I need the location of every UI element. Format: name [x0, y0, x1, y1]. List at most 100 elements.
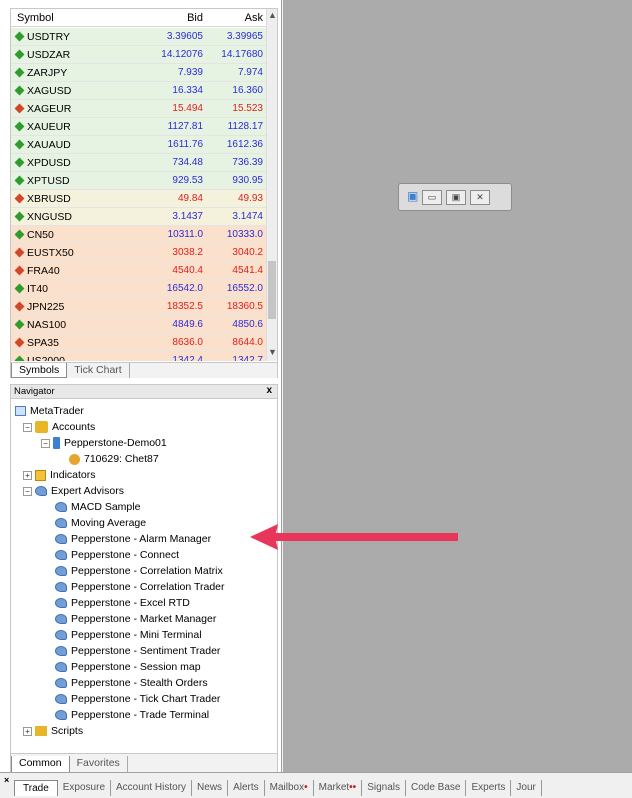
symbol-row[interactable]: FRA40 4540.4 4541.4 [11, 262, 267, 280]
symbol-row[interactable]: IT40 16542.0 16552.0 [11, 280, 267, 298]
symbol-row[interactable]: XAGEUR 15.494 15.523 [11, 100, 267, 118]
tree-item-expert[interactable]: Pepperstone - Connect [15, 547, 275, 563]
symbol-row[interactable]: US2000 1342.4 1342.7 [11, 352, 267, 361]
tree-item-label: MACD Sample [71, 501, 141, 513]
scroll-thumb[interactable] [268, 261, 276, 319]
tab-signals[interactable]: Signals [362, 780, 406, 796]
tree-item-expert[interactable]: Pepperstone - Tick Chart Trader [15, 691, 275, 707]
tree-item-expert[interactable]: Pepperstone - Stealth Orders [15, 675, 275, 691]
maximize-button[interactable]: ▣ [446, 189, 466, 205]
collapse-icon[interactable]: − [41, 438, 50, 448]
expert-advisor-icon [55, 582, 67, 592]
tree-item-expert[interactable]: Pepperstone - Excel RTD [15, 595, 275, 611]
navigator-panel: Navigator x MetaTrader − Accounts − Pepp… [10, 384, 278, 774]
symbol-row[interactable]: XBRUSD 49.84 49.93 [11, 190, 267, 208]
tree-item-expert[interactable]: Pepperstone - Correlation Matrix [15, 563, 275, 579]
scripts-icon [35, 726, 47, 736]
column-header-ask[interactable]: Ask [207, 9, 267, 26]
tree-item-expert[interactable]: Pepperstone - Trade Terminal [15, 707, 275, 723]
minimized-chart-window[interactable]: ▣ ▭ ▣ ✕ [398, 183, 512, 211]
tab-symbols[interactable]: Symbols [11, 363, 68, 378]
down-arrow-icon [14, 337, 25, 348]
up-arrow-icon [14, 355, 25, 361]
symbol-name: CN50 [27, 228, 54, 241]
close-icon[interactable]: × [4, 775, 9, 785]
tree-item-expert[interactable]: Pepperstone - Sentiment Trader [15, 643, 275, 659]
tree-item-expert-advisors[interactable]: − Expert Advisors [15, 483, 275, 499]
tab-trade[interactable]: Trade [14, 780, 58, 796]
ask-cell: 4850.6 [232, 319, 263, 330]
tab-label: Code Base [411, 782, 461, 793]
tree-item-expert[interactable]: Pepperstone - Alarm Manager [15, 531, 275, 547]
scroll-down-icon[interactable]: ▼ [268, 347, 277, 357]
tab-news[interactable]: News [192, 780, 229, 796]
tab-market[interactable]: Market•• [314, 780, 363, 796]
symbol-row[interactable]: XAUEUR 1127.81 1128.17 [11, 118, 267, 136]
tab-mailbox[interactable]: Mailbox• [265, 780, 314, 796]
symbol-name: FRA40 [27, 264, 60, 277]
close-icon[interactable]: x [266, 385, 272, 396]
symbol-row[interactable]: USDZAR 14.12076 14.17680 [11, 46, 267, 64]
bid-cell: 1127.81 [167, 121, 203, 132]
market-watch-scrollbar[interactable]: ▲ ▼ [266, 9, 277, 361]
symbol-row[interactable]: XNGUSD 3.1437 3.1474 [11, 208, 267, 226]
symbol-row[interactable]: NAS100 4849.6 4850.6 [11, 316, 267, 334]
tree-item-accounts[interactable]: − Accounts [15, 419, 275, 435]
tree-item-expert[interactable]: Moving Average [15, 515, 275, 531]
collapse-icon[interactable]: − [23, 486, 32, 496]
symbol-row[interactable]: XAGUSD 16.334 16.360 [11, 82, 267, 100]
tree-item-expert[interactable]: Pepperstone - Market Manager [15, 611, 275, 627]
tree-item-account-server[interactable]: − Pepperstone-Demo01 [15, 435, 275, 451]
expert-advisor-icon [55, 678, 67, 688]
tab-experts[interactable]: Experts [466, 780, 512, 796]
tree-item-label: MetaTrader [30, 405, 84, 417]
tab-account-history[interactable]: Account History [111, 780, 193, 796]
tab-favorites[interactable]: Favorites [70, 756, 128, 773]
tree-item-label: Pepperstone - Trade Terminal [71, 709, 210, 721]
close-button[interactable]: ✕ [470, 189, 490, 205]
symbol-row[interactable]: EUSTX50 3038.2 3040.2 [11, 244, 267, 262]
tree-item-expert[interactable]: Pepperstone - Session map [15, 659, 275, 675]
tree-item-indicators[interactable]: + Indicators [15, 467, 275, 483]
tree-item-scripts[interactable]: + Scripts [15, 723, 275, 739]
symbol-row[interactable]: ZARJPY 7.939 7.974 [11, 64, 267, 82]
collapse-icon[interactable]: − [23, 422, 32, 432]
symbol-row[interactable]: JPN225 18352.5 18360.5 [11, 298, 267, 316]
tab-tick-chart[interactable]: Tick Chart [67, 363, 130, 378]
bid-cell: 7.939 [177, 67, 203, 78]
tree-item-expert[interactable]: MACD Sample [15, 499, 275, 515]
tab-code-base[interactable]: Code Base [406, 780, 467, 796]
symbol-name: XAUAUD [27, 138, 71, 151]
symbol-row[interactable]: XPTUSD 929.53 930.95 [11, 172, 267, 190]
tree-item-label: Pepperstone - Stealth Orders [71, 677, 208, 689]
tree-item-label: Pepperstone - Alarm Manager [71, 533, 212, 545]
column-header-bid[interactable]: Bid [139, 9, 207, 26]
symbol-cell: XAUEUR [11, 121, 139, 133]
symbol-row[interactable]: SPA35 8636.0 8644.0 [11, 334, 267, 352]
expert-advisor-icon [55, 614, 67, 624]
tab-alerts[interactable]: Alerts [228, 780, 265, 796]
expert-advisor-icon [55, 566, 67, 576]
tab-jour[interactable]: Jour [511, 780, 542, 796]
tree-item-expert[interactable]: Pepperstone - Mini Terminal [15, 627, 275, 643]
expand-icon[interactable]: + [23, 470, 32, 480]
scroll-up-icon[interactable]: ▲ [268, 10, 277, 20]
restore-button[interactable]: ▭ [422, 189, 442, 205]
bid-cell: 1611.76 [167, 139, 203, 150]
symbol-cell: XAUAUD [11, 139, 139, 151]
tab-exposure[interactable]: Exposure [58, 780, 112, 796]
tree-item-expert[interactable]: Pepperstone - Correlation Trader [15, 579, 275, 595]
tree-item-label: Accounts [52, 421, 96, 433]
symbol-name: NAS100 [27, 318, 67, 331]
expand-icon[interactable]: + [23, 726, 32, 736]
tree-item-label: Pepperstone - Excel RTD [71, 597, 190, 609]
column-header-symbol[interactable]: Symbol [11, 9, 139, 26]
symbol-row[interactable]: USDTRY 3.39605 3.39965 [11, 28, 267, 46]
tree-item-metatrader[interactable]: MetaTrader [15, 403, 275, 419]
symbol-row[interactable]: CN50 10311.0 10333.0 [11, 226, 267, 244]
tree-item-account-user[interactable]: 710629: Chet87 [15, 451, 275, 467]
expert-advisor-icon [55, 518, 67, 528]
symbol-row[interactable]: XAUAUD 1611.76 1612.36 [11, 136, 267, 154]
tab-common[interactable]: Common [11, 756, 70, 773]
symbol-row[interactable]: XPDUSD 734.48 736.39 [11, 154, 267, 172]
